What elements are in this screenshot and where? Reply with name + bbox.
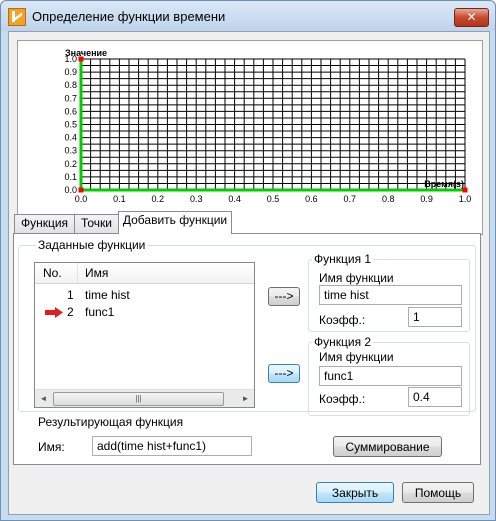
functions-list[interactable]: No. Имя 1 time hist 2 func1 ◄ ||| ► [34, 262, 255, 408]
tab-points[interactable]: Точки [74, 214, 119, 233]
function2-label: Функция 2 [312, 335, 374, 349]
x-tick-label: 0.7 [344, 194, 357, 204]
result-name-field[interactable]: add(time hist+func1) [92, 436, 252, 456]
y-axis-label: Значение [65, 48, 107, 58]
list-item-name: func1 [85, 305, 115, 319]
add-to-function2-button[interactable]: ---> [268, 364, 300, 383]
function2-coef-field[interactable]: 0.4 [408, 387, 462, 407]
help-button[interactable]: Помощь [402, 482, 474, 503]
sum-button[interactable]: Суммирование [333, 436, 442, 457]
defined-functions-label: Заданные функции [36, 238, 148, 252]
y-tick-label: 0.9 [64, 67, 77, 77]
scroll-right-icon[interactable]: ► [237, 390, 254, 407]
result-name-label: Имя: [38, 440, 65, 454]
function1-coef-field[interactable]: 1 [408, 307, 462, 327]
tab-add-functions[interactable]: Добавить функции [118, 211, 232, 234]
horizontal-scrollbar[interactable]: ◄ ||| ► [35, 389, 254, 407]
scroll-left-icon[interactable]: ◄ [35, 390, 52, 407]
function1-name-field[interactable]: time hist [319, 285, 462, 305]
y-tick-label: 0.2 [64, 159, 77, 169]
x-tick-label: 0.3 [190, 194, 203, 204]
list-item[interactable]: 1 time hist [35, 287, 254, 304]
function1-label: Функция 1 [312, 252, 374, 266]
x-axis-label: Время(s) [424, 179, 464, 189]
x-tick-label: 0.6 [305, 194, 318, 204]
x-tick-label: 0.2 [152, 194, 165, 204]
list-item-no: 2 [67, 305, 74, 319]
result-label: Результирующая функция [36, 415, 186, 429]
x-tick-label: 0.1 [113, 194, 126, 204]
x-tick-label: 0.9 [420, 194, 433, 204]
time-function-chart: 0.00.10.20.30.40.50.60.70.80.91.00.0 0.1 0… [64, 48, 472, 204]
close-window-button[interactable]: ✕ [454, 8, 489, 27]
function2-name-field[interactable]: func1 [319, 366, 462, 386]
list-item-name: time hist [85, 288, 130, 302]
y-tick-label: 0.8 [64, 80, 77, 90]
tab-function[interactable]: Функция [14, 214, 75, 233]
y-tick-label: 0.1 [64, 172, 77, 182]
function2-name-label: Имя функции [319, 350, 394, 364]
function1-name-label: Имя функции [319, 271, 394, 285]
x-tick-label: 1.0 [459, 194, 472, 204]
y-tick-label: 0.7 [64, 93, 77, 103]
app-icon [8, 8, 26, 26]
function1-coef-label: Коэфф.: [319, 313, 366, 327]
title-bar[interactable]: Определение функции времени ✕ [1, 1, 495, 31]
x-tick-label: 0.4 [228, 194, 241, 204]
column-header-no[interactable]: No. [43, 266, 62, 280]
plot-area: 0.0 0.1 0.2 0.3 0.4 0.5 0.6 0.7 0.8 0.9 1.0 0.0 0.1 0… [17, 40, 483, 235]
tab-panel-add-functions: Заданные функции No. Имя 1 time hist 2 f… [13, 233, 481, 465]
add-to-function1-button[interactable]: ---> [268, 287, 300, 306]
x-tick-label: 0.0 [75, 194, 88, 204]
y-tick-label: 0.4 [64, 133, 77, 143]
x-tick-label: 0.8 [382, 194, 395, 204]
y-tick-label: 0.5 [64, 120, 77, 130]
scroll-thumb[interactable]: ||| [53, 392, 224, 406]
dialog-client-area: 0.0 0.1 0.2 0.3 0.4 0.5 0.6 0.7 0.8 0.9 1.0 0.0 0.1 0… [8, 31, 490, 515]
selected-arrow-icon [45, 307, 63, 318]
data-point-marker [78, 187, 84, 193]
window-title: Определение функции времени [32, 9, 226, 24]
list-item-no: 1 [67, 288, 74, 302]
column-header-name[interactable]: Имя [85, 266, 108, 280]
y-tick-label: 0.6 [64, 106, 77, 116]
data-point-marker [462, 187, 468, 193]
data-point-marker [78, 56, 84, 62]
close-button[interactable]: Закрыть [316, 482, 394, 503]
list-header: No. Имя [35, 263, 254, 284]
function2-coef-label: Коэфф.: [319, 392, 366, 406]
dialog-window: Определение функции времени ✕ 0.0 0.1 0.2 0… [0, 0, 496, 521]
list-item[interactable]: 2 func1 [35, 304, 254, 321]
x-tick-label: 0.5 [267, 194, 280, 204]
y-tick-label: 0.3 [64, 146, 77, 156]
